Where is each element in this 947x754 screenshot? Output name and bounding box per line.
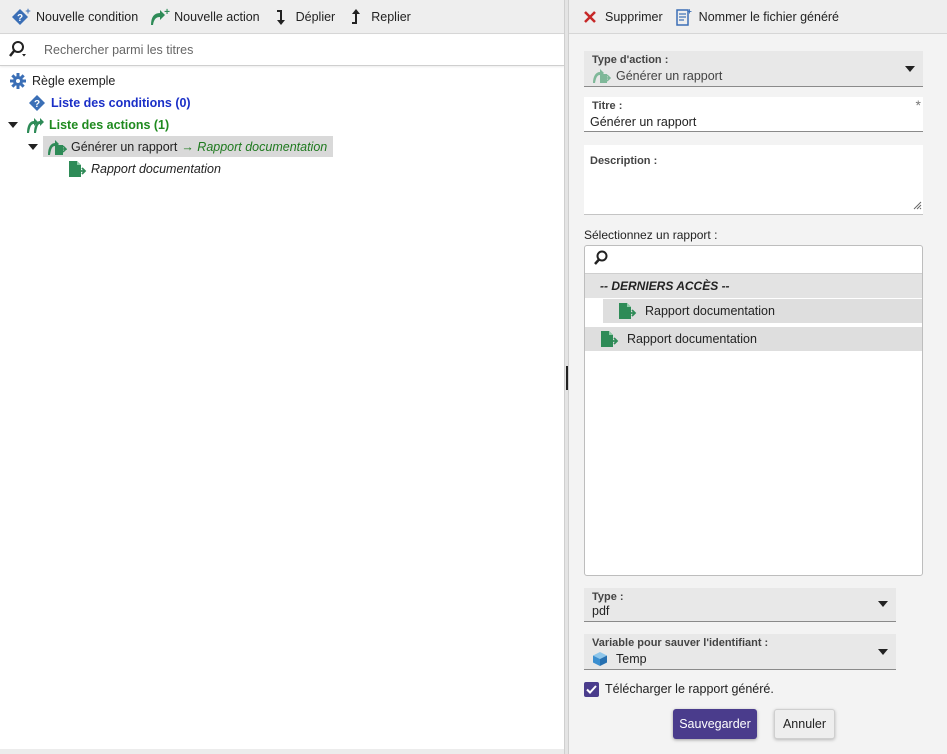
recent-access-group: -- DERNIERS ACCÈS --	[585, 274, 922, 298]
actions-icon	[25, 115, 45, 135]
report-list: -- DERNIERS ACCÈS -- Rapport documentati…	[584, 245, 923, 576]
resize-handle-icon[interactable]	[912, 199, 922, 213]
download-label: Télécharger le rapport généré.	[605, 682, 774, 696]
tree-action-target: → Rapport documentation	[181, 139, 328, 154]
download-checkbox[interactable]	[584, 681, 599, 697]
editor-toolbar: Supprimer + Nommer le fichier généré	[569, 0, 947, 34]
action-type-select[interactable]: Type d'action : Générer un rapport	[584, 51, 923, 87]
new-action-button[interactable]: + Nouvelle action	[148, 0, 260, 34]
report-item[interactable]: Rapport documentation	[585, 327, 922, 351]
new-condition-button[interactable]: ? + Nouvelle condition	[10, 0, 138, 34]
svg-text:+: +	[164, 7, 170, 18]
chevron-down-icon	[878, 601, 888, 607]
chevron-down-icon	[878, 649, 888, 655]
variable-value-wrap: Temp	[592, 651, 647, 667]
tree-actions-label: Liste des actions (1)	[49, 117, 170, 132]
tree-actions-node[interactable]: Liste des actions (1)	[7, 114, 169, 135]
name-file-button[interactable]: + Nommer le fichier généré	[673, 0, 839, 34]
action-type-value-wrap: Générer un rapport	[592, 68, 722, 84]
report-file-icon	[67, 159, 87, 179]
delete-button[interactable]: Supprimer	[579, 0, 663, 34]
report-search-input[interactable]	[615, 251, 915, 268]
variable-label: Variable pour sauver l'identifiant :	[592, 637, 769, 649]
tree-action-selected[interactable]: Générer un rapport → Rapport documentati…	[43, 136, 334, 157]
variable-select[interactable]: Variable pour sauver l'identifiant : Tem…	[584, 634, 896, 670]
left-bottom-strip	[0, 749, 564, 754]
search-icon	[593, 250, 609, 269]
gear-icon	[8, 71, 28, 91]
cube-icon	[592, 651, 608, 667]
condition-question-icon: ?	[27, 93, 47, 113]
rule-tree-pane: ? + Nouvelle condition + Nouvelle action	[0, 0, 564, 754]
search-icon	[8, 40, 28, 61]
tree-conditions-label: Liste des conditions (0)	[51, 95, 191, 110]
new-action-icon: +	[148, 7, 170, 27]
title-search-bar	[0, 35, 564, 66]
svg-text:+: +	[25, 7, 30, 16]
tree-report-node[interactable]: Rapport documentation	[67, 158, 221, 179]
recent-report-item[interactable]: Rapport documentation	[603, 299, 922, 323]
report-file-icon	[617, 302, 637, 320]
required-asterisk: *	[915, 97, 921, 113]
name-file-label: Nommer le fichier généré	[698, 9, 840, 24]
chevron-down-icon	[905, 66, 915, 72]
expand-label: Déplier	[295, 9, 336, 24]
collapse-button[interactable]: Replier	[345, 0, 411, 34]
action-editor-pane: Supprimer + Nommer le fichier généré Typ…	[569, 0, 947, 754]
generate-report-icon	[47, 137, 67, 157]
tree-action-row[interactable]: Générer un rapport → Rapport documentati…	[27, 136, 334, 157]
tree-report-label: Rapport documentation	[91, 161, 221, 176]
recent-report-label: Rapport documentation	[645, 304, 775, 318]
title-label: Titre :	[592, 100, 623, 112]
delete-x-icon	[579, 7, 601, 27]
collapse-arrow-icon	[345, 7, 367, 27]
variable-value: Temp	[616, 652, 647, 666]
title-field[interactable]: Titre : * Générer un rapport	[584, 97, 923, 132]
new-condition-label: Nouvelle condition	[36, 9, 139, 24]
tree-toolbar: ? + Nouvelle condition + Nouvelle action	[0, 0, 564, 34]
save-button[interactable]: Sauvegarder	[673, 709, 757, 739]
type-label: Type :	[592, 591, 624, 603]
type-select[interactable]: Type : pdf	[584, 588, 896, 622]
tree-rule-label: Règle exemple	[32, 73, 116, 88]
expand-button[interactable]: Déplier	[270, 0, 336, 34]
caret-down-icon[interactable]	[7, 114, 19, 135]
title-search-input[interactable]	[42, 42, 522, 58]
title-value[interactable]: Générer un rapport	[590, 115, 696, 129]
action-type-value: Générer un rapport	[616, 69, 723, 83]
cancel-button[interactable]: Annuler	[774, 709, 835, 739]
type-value: pdf	[592, 604, 610, 618]
delete-label: Supprimer	[605, 9, 663, 24]
tree-action-label: Générer un rapport	[71, 139, 178, 154]
report-file-icon	[599, 330, 619, 348]
expand-arrow-icon	[270, 7, 292, 27]
splitter-grip-icon[interactable]	[566, 366, 568, 390]
new-action-label: Nouvelle action	[174, 9, 260, 24]
select-report-label: Sélectionnez un rapport :	[584, 228, 718, 242]
svg-text:+: +	[687, 8, 692, 16]
tree-rule-node[interactable]: Règle exemple	[8, 70, 115, 91]
collapse-label: Replier	[371, 9, 411, 24]
svg-text:?: ?	[17, 13, 23, 24]
report-search-bar	[585, 246, 922, 274]
generate-report-icon	[592, 68, 612, 84]
name-file-icon: +	[673, 7, 695, 27]
description-label: Description :	[590, 155, 658, 167]
new-condition-icon: ? +	[10, 7, 32, 27]
description-field[interactable]: Description :	[584, 145, 923, 215]
action-type-label: Type d'action :	[592, 54, 669, 66]
svg-text:?: ?	[34, 99, 40, 110]
tree-conditions-node[interactable]: ? Liste des conditions (0)	[27, 92, 191, 113]
report-item-label: Rapport documentation	[627, 332, 757, 346]
download-checkbox-row[interactable]: Télécharger le rapport généré.	[584, 680, 774, 698]
caret-down-icon[interactable]	[27, 136, 39, 157]
